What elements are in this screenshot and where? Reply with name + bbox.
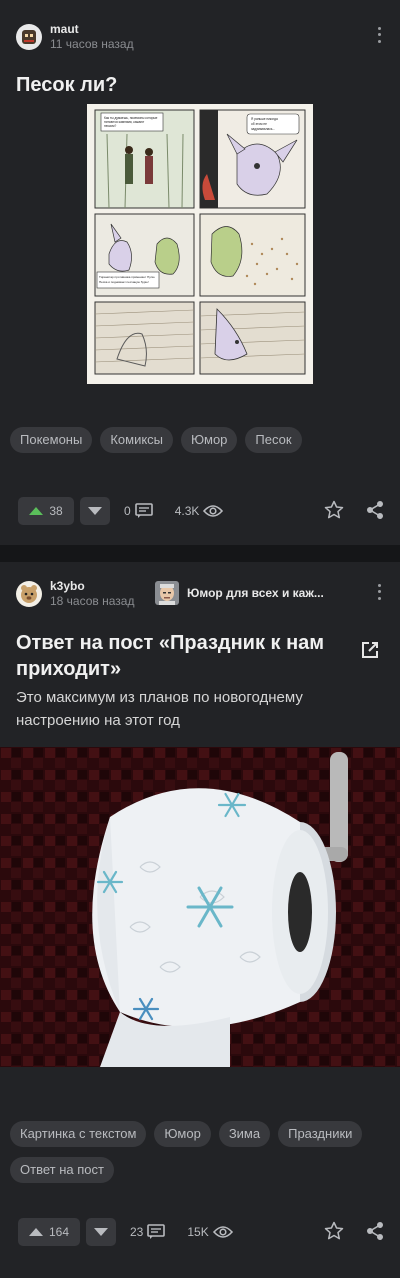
svg-text:Песка и поднимает песчаную бур: Песка и поднимает песчаную бурю! [99, 280, 149, 284]
comments-count: 23 [130, 1225, 144, 1239]
upvote-button[interactable]: 164 [18, 1218, 80, 1246]
views-counter: 15K [187, 1225, 233, 1239]
views-count: 4.3K [174, 504, 200, 518]
tag[interactable]: Картинка с текстом [10, 1121, 147, 1147]
tag-list: Покемоны Комиксы Юмор Песок [10, 427, 390, 453]
svg-text:Я раньше никогда: Я раньше никогда [251, 117, 278, 121]
tag[interactable]: Юмор [154, 1121, 211, 1147]
community-avatar [155, 581, 179, 605]
rating-count: 38 [49, 504, 63, 518]
downvote-icon [94, 1228, 108, 1236]
post-author[interactable]: k3ybo 18 часов назад [16, 579, 134, 609]
downvote-button[interactable] [80, 497, 110, 525]
post-actions: 38 0 4.3K [18, 497, 384, 525]
comment-icon [147, 1224, 166, 1239]
author-name[interactable]: k3ybo [50, 579, 134, 593]
tag[interactable]: Покемоны [10, 427, 93, 453]
svg-text:об этом не: об этом не [251, 122, 267, 126]
tag[interactable]: Ответ на пост [10, 1157, 114, 1183]
kebab-menu-icon[interactable] [374, 582, 384, 602]
tag[interactable]: Комиксы [100, 427, 174, 453]
tag[interactable]: Зима [218, 1121, 271, 1147]
post-time: 11 часов назад [50, 37, 134, 51]
post-description: Это максимум из планов по новогоднему на… [16, 689, 303, 729]
post-image-toilet-paper[interactable] [0, 747, 400, 1067]
tag[interactable]: Юмор [181, 427, 238, 453]
author-name[interactable]: maut [50, 22, 134, 36]
views-count: 15K [187, 1225, 209, 1239]
author-avatar[interactable] [16, 24, 42, 50]
upvote-icon [28, 1228, 43, 1236]
star-icon[interactable] [324, 500, 344, 520]
post-card: k3ybo 18 часов назад Юмор для всех и каж… [0, 562, 400, 1278]
comments-count: 0 [124, 504, 131, 518]
star-icon[interactable] [324, 1221, 344, 1241]
external-link-icon[interactable] [360, 640, 380, 660]
post-card: maut 11 часов назад Песок ли? Как ты дум… [0, 0, 400, 545]
community-name[interactable]: Юмор для всех и каж... [187, 586, 324, 600]
upvote-icon [29, 507, 44, 515]
post-author[interactable]: maut 11 часов назад [16, 22, 134, 52]
comments-button[interactable]: 23 [130, 1224, 166, 1240]
comments-button[interactable]: 0 [124, 503, 153, 519]
eye-icon [212, 1226, 233, 1238]
feed-separator [0, 545, 400, 562]
community-link[interactable]: Юмор для всех и каж... [155, 581, 324, 605]
comment-icon [134, 503, 153, 518]
post-title[interactable]: Песок ли? [16, 72, 117, 98]
svg-text:задумывалась...: задумывалась... [251, 127, 275, 131]
rating-count: 164 [48, 1225, 70, 1239]
downvote-button[interactable] [86, 1218, 116, 1246]
author-avatar[interactable] [16, 581, 42, 607]
share-icon[interactable] [366, 1221, 384, 1241]
downvote-icon [88, 507, 102, 515]
svg-text:песком?: песком? [104, 124, 116, 128]
tag-list: Картинка с текстом Юмор Зима Праздники О… [10, 1121, 390, 1183]
share-icon[interactable] [366, 500, 384, 520]
upvote-button[interactable]: 38 [18, 497, 74, 525]
tag[interactable]: Праздники [278, 1121, 363, 1147]
views-counter: 4.3K [175, 504, 224, 518]
post-actions: 164 23 15K [18, 1218, 384, 1246]
svg-text:Тиранитар противника применяет: Тиранитар противника применяет Пулю [99, 275, 155, 279]
kebab-menu-icon[interactable] [374, 25, 384, 45]
post-title[interactable]: Ответ на пост «Праздник к нам приходит» [16, 630, 346, 682]
tag[interactable]: Песок [245, 427, 302, 453]
post-image-comic[interactable]: Как ты думаешь, покемоны которые питаютс… [87, 104, 313, 384]
eye-icon [203, 505, 224, 517]
post-time: 18 часов назад [50, 594, 135, 608]
